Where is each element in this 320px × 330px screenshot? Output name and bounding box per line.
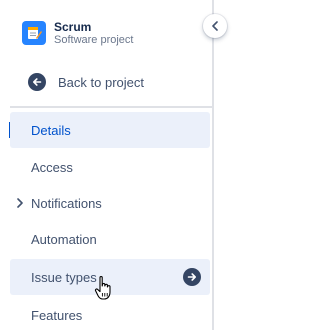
arrow-right-circle-icon[interactable] <box>183 268 201 286</box>
chevron-left-icon <box>212 21 218 31</box>
notepad-pencil-icon <box>28 27 42 39</box>
back-to-project-label: Back to project <box>58 74 144 90</box>
hand-pointer-cursor-icon <box>94 276 111 300</box>
nav-item-label: Issue types <box>31 269 97 285</box>
nav-item-notifications[interactable]: Notifications <box>10 185 210 221</box>
arrow-left-circle-icon <box>28 73 46 91</box>
sidebar-border <box>212 0 214 330</box>
project-type: Software project <box>54 33 134 46</box>
back-to-project-link[interactable]: Back to project <box>28 71 144 93</box>
nav-item-label: Notifications <box>31 195 102 211</box>
project-avatar <box>22 21 46 45</box>
nav-item-access[interactable]: Access <box>10 149 210 185</box>
nav-item-label: Access <box>31 159 73 175</box>
project-name: Scrum <box>54 19 92 34</box>
nav-item-label: Features <box>31 307 83 323</box>
nav-item-label: Automation <box>31 231 97 247</box>
nav-item-features[interactable]: Features <box>10 297 210 330</box>
nav-item-label: Details <box>31 122 71 138</box>
nav-item-details[interactable]: Details <box>10 112 210 148</box>
collapse-sidebar-button[interactable] <box>203 14 227 38</box>
project-header: Scrum Software project <box>22 17 133 49</box>
nav-item-automation[interactable]: Automation <box>10 221 210 257</box>
section-divider <box>10 106 212 108</box>
